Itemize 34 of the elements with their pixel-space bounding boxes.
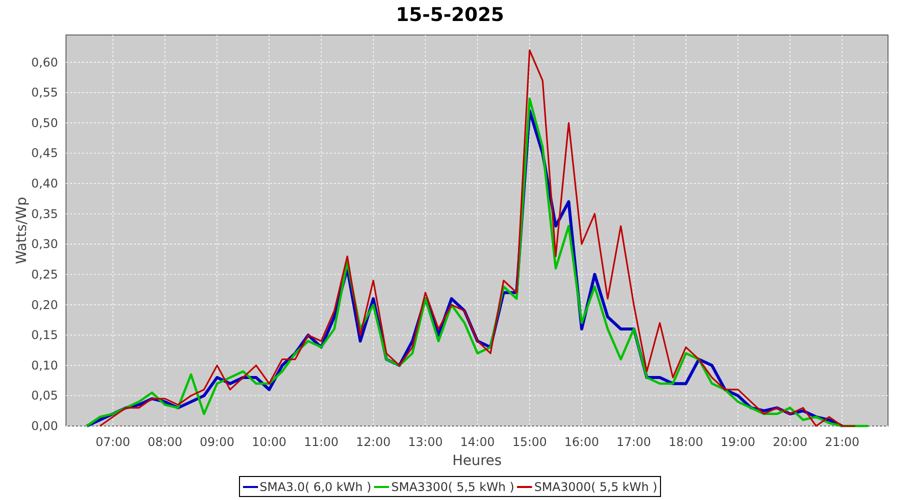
y-tick-label: 0,10 <box>31 358 58 372</box>
x-tick-label: 18:00 <box>668 435 704 449</box>
x-tick-label: 07:00 <box>96 435 130 449</box>
y-tick-label: 0,30 <box>31 237 58 252</box>
x-tick-label: 12:00 <box>356 435 391 449</box>
y-tick-label: 0,35 <box>31 206 58 221</box>
y-tick-label: 0,20 <box>31 298 58 312</box>
y-tick-label: 0,60 <box>31 55 58 70</box>
y-tick-label: 0,50 <box>31 116 58 130</box>
y-tick-label: 0,00 <box>31 419 58 433</box>
x-tick-label: 19:00 <box>720 435 756 449</box>
legend-label: SMA3.0( 6,0 kWh ) <box>260 478 372 496</box>
y-axis-title: Watts/Wp <box>14 196 30 264</box>
y-tick-label: 0,05 <box>31 388 58 403</box>
y-tick-label: 0,25 <box>31 267 58 282</box>
x-tick-label: 17:00 <box>616 435 652 449</box>
x-tick-label: 15:00 <box>512 435 547 449</box>
x-tick-label: 10:00 <box>252 435 286 449</box>
x-tick-label: 08:00 <box>148 435 182 449</box>
x-tick-label: 14:00 <box>460 435 495 449</box>
x-tick-label: 21:00 <box>824 435 860 449</box>
legend-label: SMA3300( 5,5 kWh ) <box>391 478 514 496</box>
y-tick-label: 0,40 <box>31 176 58 191</box>
legend-label: SMA3000( 5,5 kWh ) <box>534 478 658 496</box>
x-tick-label: 09:00 <box>200 435 234 449</box>
x-tick-label: 16:00 <box>564 435 599 449</box>
y-tick-label: 0,55 <box>31 86 58 100</box>
y-tick-label: 0,45 <box>31 146 58 160</box>
x-axis-title: Heures <box>452 453 502 469</box>
x-tick-label: 13:00 <box>408 435 443 449</box>
chart-title: 15-5-2025 <box>396 2 504 28</box>
y-tick-label: 0,15 <box>31 328 58 342</box>
x-tick-label: 11:00 <box>304 435 339 449</box>
x-tick-label: 20:00 <box>772 435 808 449</box>
